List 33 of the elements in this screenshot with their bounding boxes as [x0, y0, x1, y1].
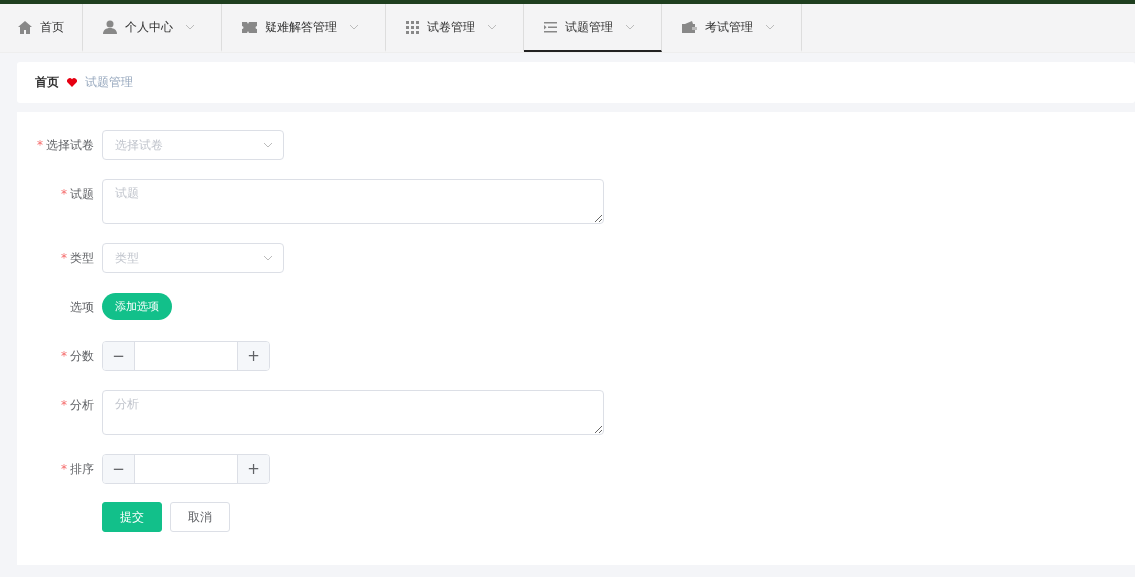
wallet-icon	[682, 21, 697, 33]
nav-tab[interactable]: 个人中心	[83, 4, 222, 52]
number-field[interactable]: − +	[102, 454, 270, 484]
decrement-button[interactable]: −	[103, 455, 134, 483]
cancel-button[interactable]: 取消	[170, 502, 230, 532]
grid-icon	[406, 20, 419, 34]
home-icon	[18, 20, 32, 34]
ticket-icon	[242, 21, 257, 33]
nav-tab[interactable]: 首页	[0, 4, 83, 52]
increment-button[interactable]: +	[238, 342, 269, 370]
chevron-down-icon	[263, 142, 273, 148]
field-label: * 分数	[61, 348, 94, 365]
field-label: 选项	[70, 299, 94, 316]
text-area[interactable]: 试题	[102, 179, 604, 224]
field-label: * 类型	[61, 250, 94, 267]
breadcrumb-link[interactable]: 首页	[35, 74, 59, 91]
nav-tab[interactable]: 试题管理	[524, 4, 662, 52]
number-field[interactable]: − +	[102, 341, 270, 371]
nav-tab[interactable]: 考试管理	[662, 4, 802, 52]
chevron-down-icon	[263, 255, 273, 261]
heart-icon	[67, 78, 77, 87]
nav-tab[interactable]: 疑难解答管理	[222, 4, 386, 52]
text-area[interactable]: 分析	[102, 390, 604, 435]
nav-tab[interactable]: 试卷管理	[386, 4, 524, 52]
user-icon	[103, 20, 117, 34]
list-icon	[544, 21, 557, 33]
breadcrumb-current: 试题管理	[85, 74, 133, 91]
decrement-button[interactable]: −	[103, 342, 134, 370]
field-label: * 选择试卷	[37, 137, 94, 154]
field-label: * 试题	[61, 186, 94, 203]
increment-button[interactable]: +	[238, 455, 269, 483]
field-label: * 排序	[61, 461, 94, 478]
field-label: * 分析	[61, 397, 94, 414]
